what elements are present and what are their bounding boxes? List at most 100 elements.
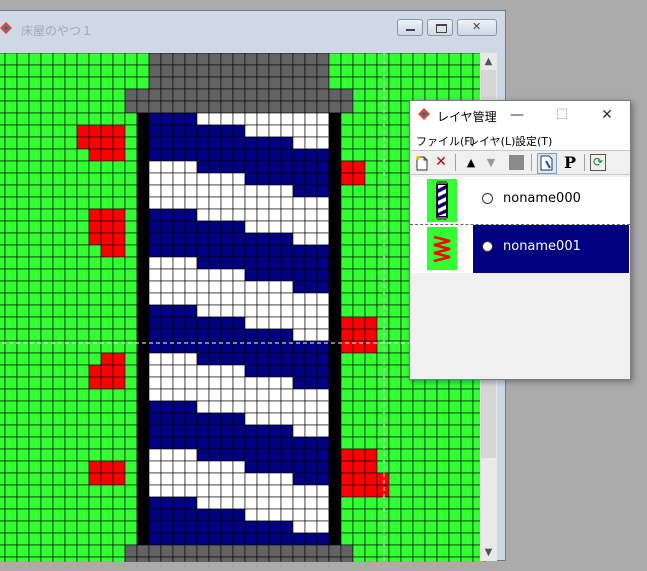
pixel-cell[interactable] — [268, 424, 282, 438]
pixel-cell[interactable] — [88, 244, 102, 258]
pixel-cell[interactable] — [112, 53, 126, 66]
pixel-cell[interactable] — [28, 100, 42, 114]
pixel-cell[interactable] — [172, 472, 186, 486]
pixel-cell[interactable] — [220, 268, 234, 282]
pixel-cell[interactable] — [292, 364, 306, 378]
pixel-cell[interactable] — [112, 220, 126, 234]
pixel-cell[interactable] — [448, 76, 462, 90]
pixel-cell[interactable] — [304, 172, 318, 186]
pixel-cell[interactable] — [16, 148, 30, 162]
pixel-cell[interactable] — [412, 496, 426, 510]
pixel-cell[interactable] — [88, 184, 102, 198]
pixel-cell[interactable] — [232, 496, 246, 510]
pixel-cell[interactable] — [220, 424, 234, 438]
pixel-cell[interactable] — [64, 160, 78, 174]
pixel-cell[interactable] — [280, 556, 294, 562]
pixel-cell[interactable] — [460, 472, 474, 486]
pixel-cell[interactable] — [16, 364, 30, 378]
pixel-cell[interactable] — [304, 232, 318, 246]
pixel-cell[interactable] — [148, 160, 162, 174]
pixel-cell[interactable] — [340, 232, 354, 246]
pixel-cell[interactable] — [244, 544, 258, 558]
pixel-cell[interactable] — [352, 208, 366, 222]
pixel-cell[interactable] — [88, 448, 102, 462]
pixel-cell[interactable] — [292, 208, 306, 222]
pixel-cell[interactable] — [184, 160, 198, 174]
pixel-cell[interactable] — [172, 520, 186, 534]
pixel-cell[interactable] — [232, 136, 246, 150]
pixel-cell[interactable] — [316, 53, 330, 66]
pixel-cell[interactable] — [220, 472, 234, 486]
pixel-cell[interactable] — [100, 124, 114, 138]
pixel-cell[interactable] — [148, 136, 162, 150]
pixel-cell[interactable] — [280, 124, 294, 138]
pixel-cell[interactable] — [112, 112, 126, 126]
pixel-cell[interactable] — [208, 556, 222, 562]
pixel-cell[interactable] — [328, 544, 342, 558]
pixel-cell[interactable] — [124, 328, 138, 342]
pixel-cell[interactable] — [388, 268, 402, 282]
pixel-cell[interactable] — [16, 532, 30, 546]
pixel-cell[interactable] — [292, 352, 306, 366]
pixel-cell[interactable] — [280, 184, 294, 198]
pixel-cell[interactable] — [292, 424, 306, 438]
pixel-cell[interactable] — [0, 304, 6, 318]
pixel-cell[interactable] — [0, 112, 6, 126]
pixel-cell[interactable] — [340, 448, 354, 462]
pixel-cell[interactable] — [352, 400, 366, 414]
pixel-cell[interactable] — [316, 544, 330, 558]
pixel-cell[interactable] — [256, 484, 270, 498]
pixel-cell[interactable] — [172, 196, 186, 210]
pixel-cell[interactable] — [208, 352, 222, 366]
pixel-cell[interactable] — [316, 124, 330, 138]
pixel-cell[interactable] — [148, 556, 162, 562]
pixel-cell[interactable] — [100, 484, 114, 498]
pixel-cell[interactable] — [244, 100, 258, 114]
pixel-cell[interactable] — [16, 88, 30, 102]
pixel-cell[interactable] — [112, 424, 126, 438]
pixel-cell[interactable] — [100, 448, 114, 462]
pixel-cell[interactable] — [100, 268, 114, 282]
pixel-cell[interactable] — [388, 64, 402, 78]
pixel-cell[interactable] — [376, 352, 390, 366]
pixel-cell[interactable] — [268, 328, 282, 342]
pixel-cell[interactable] — [136, 388, 150, 402]
pixel-cell[interactable] — [424, 460, 438, 474]
pixel-cell[interactable] — [28, 292, 42, 306]
pixel-cell[interactable] — [88, 436, 102, 450]
pixel-cell[interactable] — [148, 172, 162, 186]
pixel-cell[interactable] — [172, 184, 186, 198]
pixel-cell[interactable] — [388, 460, 402, 474]
pixel-cell[interactable] — [268, 148, 282, 162]
pixel-cell[interactable] — [16, 556, 30, 562]
pixel-cell[interactable] — [136, 520, 150, 534]
pixel-cell[interactable] — [256, 412, 270, 426]
pixel-cell[interactable] — [4, 76, 18, 90]
pixel-cell[interactable] — [112, 460, 126, 474]
pixel-cell[interactable] — [52, 208, 66, 222]
pixel-cell[interactable] — [292, 532, 306, 546]
pixel-cell[interactable] — [160, 256, 174, 270]
pixel-cell[interactable] — [136, 436, 150, 450]
pixel-cell[interactable] — [208, 328, 222, 342]
pixel-cell[interactable] — [184, 124, 198, 138]
pixel-cell[interactable] — [256, 400, 270, 414]
pixel-cell[interactable] — [112, 244, 126, 258]
pixel-cell[interactable] — [208, 160, 222, 174]
pixel-cell[interactable] — [172, 112, 186, 126]
pixel-cell[interactable] — [196, 76, 210, 90]
pixel-cell[interactable] — [196, 520, 210, 534]
pixel-cell[interactable] — [376, 364, 390, 378]
pixel-cell[interactable] — [220, 376, 234, 390]
pixel-cell[interactable] — [64, 472, 78, 486]
pixel-cell[interactable] — [376, 544, 390, 558]
pixel-cell[interactable] — [376, 460, 390, 474]
pixel-cell[interactable] — [220, 532, 234, 546]
pixel-cell[interactable] — [352, 544, 366, 558]
pixel-cell[interactable] — [388, 196, 402, 210]
pixel-cell[interactable] — [352, 244, 366, 258]
pixel-cell[interactable] — [316, 532, 330, 546]
pixel-cell[interactable] — [28, 472, 42, 486]
pixel-cell[interactable] — [124, 316, 138, 330]
pixel-cell[interactable] — [124, 124, 138, 138]
